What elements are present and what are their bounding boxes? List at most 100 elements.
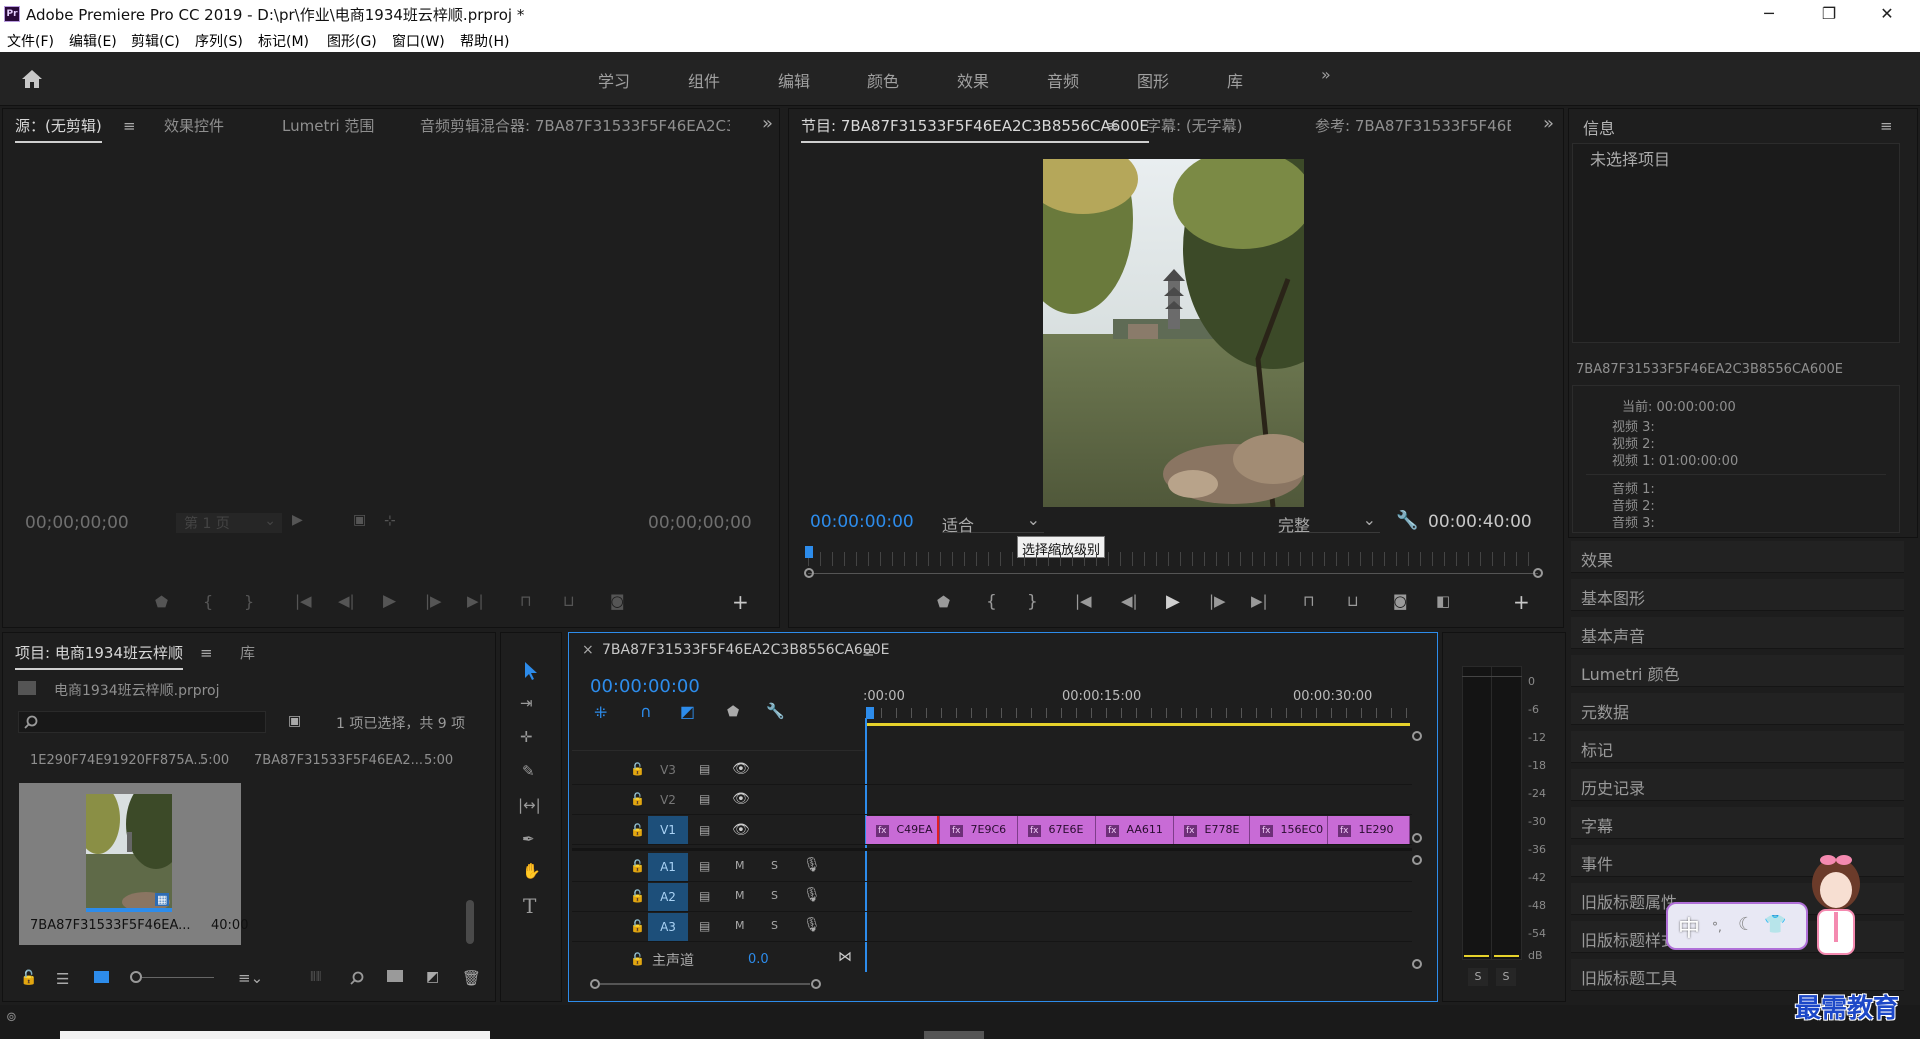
mute-button[interactable]: M bbox=[735, 859, 745, 872]
tab-project[interactable]: 项目: 电商1934班云梓顺 bbox=[15, 642, 183, 670]
mute-button[interactable]: M bbox=[735, 919, 745, 932]
zoom-level-select[interactable]: 适合 ⌄ bbox=[942, 510, 1044, 535]
workspace-audio[interactable]: 音频 bbox=[1047, 68, 1079, 92]
vertical-zoom-handle[interactable] bbox=[1412, 855, 1422, 865]
project-item-name[interactable]: 7BA87F31533F5F46EA2... bbox=[254, 753, 423, 768]
menu-graphics[interactable]: 图形(G) bbox=[327, 31, 377, 51]
workspace-learn[interactable]: 学习 bbox=[598, 68, 630, 92]
tab-captions[interactable]: 字幕: (无字幕) bbox=[1146, 115, 1243, 136]
horizontal-zoom-handle[interactable] bbox=[811, 979, 821, 989]
solo-button[interactable]: S bbox=[771, 859, 778, 872]
eye-icon[interactable]: 👁 bbox=[732, 761, 750, 777]
wrench-icon[interactable]: 🔧 bbox=[1396, 510, 1418, 531]
go-to-end-icon[interactable]: ⋈ bbox=[838, 949, 852, 965]
menu-edit[interactable]: 编辑(E) bbox=[69, 31, 117, 51]
microphone-icon[interactable]: 🎙 bbox=[803, 857, 821, 873]
zoom-handle-right[interactable] bbox=[1533, 568, 1543, 578]
play-icon[interactable]: ▶ bbox=[1166, 591, 1180, 612]
program-more-icon[interactable]: » bbox=[1543, 113, 1554, 134]
microphone-icon[interactable]: 🎙 bbox=[803, 887, 821, 903]
work-area-bar[interactable] bbox=[866, 723, 1410, 726]
ime-mode-label[interactable]: 中 bbox=[1678, 911, 1700, 943]
tab-source[interactable]: 源：(无剪辑) bbox=[15, 115, 102, 143]
vertical-zoom-handle[interactable] bbox=[1412, 731, 1422, 741]
clip[interactable]: fx 67E6E bbox=[1018, 816, 1096, 844]
workspace-effects[interactable]: 效果 bbox=[957, 68, 989, 92]
program-menu-icon[interactable]: ≡ bbox=[1106, 117, 1119, 135]
lock-icon[interactable]: 🔓 bbox=[20, 970, 37, 986]
panel-legacy-title-tools[interactable]: 旧版标题工具 bbox=[1571, 959, 1904, 991]
panel-captions[interactable]: 字幕 bbox=[1571, 807, 1904, 839]
source-timecode-left[interactable]: 00;00;00;00 bbox=[25, 513, 129, 533]
source-menu-icon[interactable]: ≡ bbox=[123, 117, 136, 135]
microphone-icon[interactable]: 🎙 bbox=[803, 917, 821, 933]
project-item-name[interactable]: 7BA87F31533F5F46EA... bbox=[30, 918, 191, 933]
snap-icon[interactable]: ∩ bbox=[640, 702, 652, 721]
panel-effects[interactable]: 效果 bbox=[1571, 541, 1904, 573]
lock-icon[interactable]: 🔓 bbox=[630, 859, 645, 873]
lock-icon[interactable]: 🔓 bbox=[630, 762, 645, 776]
track-target-a1[interactable]: A1 bbox=[648, 853, 688, 881]
program-timecode[interactable]: 00:00:00:00 bbox=[810, 512, 914, 532]
clip[interactable]: fx 7E9C6 bbox=[940, 816, 1018, 844]
comparison-view-icon[interactable]: ◧ bbox=[1436, 592, 1450, 610]
mute-button[interactable]: M bbox=[735, 889, 745, 902]
tab-effect-controls[interactable]: 效果控件 bbox=[164, 115, 224, 136]
add-marker-icon[interactable]: ⬟ bbox=[937, 593, 950, 611]
icon-view-icon[interactable] bbox=[94, 971, 109, 983]
sync-lock-icon[interactable]: ▤ bbox=[699, 762, 710, 776]
close-button[interactable]: ✕ bbox=[1864, 2, 1910, 26]
slip-tool-icon[interactable]: |↔| bbox=[518, 796, 541, 814]
minimize-button[interactable]: ─ bbox=[1746, 2, 1792, 26]
tab-program[interactable]: 节目: 7BA87F31533F5F46EA2C3B8556CA600E bbox=[801, 115, 1149, 143]
home-icon[interactable] bbox=[20, 68, 44, 90]
zoom-handle-left[interactable] bbox=[804, 568, 814, 578]
linked-selection-icon[interactable]: ◩ bbox=[680, 702, 695, 721]
clip[interactable]: fx E778E bbox=[1174, 816, 1250, 844]
panel-metadata[interactable]: 元数据 bbox=[1571, 693, 1904, 725]
timeline-ruler-ticks[interactable] bbox=[866, 708, 1410, 718]
info-menu-icon[interactable]: ≡ bbox=[1880, 117, 1893, 135]
track-select-tool-icon[interactable]: ⇥ bbox=[520, 694, 533, 712]
source-page-select[interactable]: 第 1 页 ⌄ bbox=[176, 513, 282, 533]
clip[interactable]: fx C49EA bbox=[866, 816, 940, 844]
find-icon[interactable] bbox=[350, 971, 364, 985]
sync-lock-icon[interactable]: ▤ bbox=[699, 889, 710, 903]
track-target-v3[interactable]: V3 bbox=[648, 756, 688, 784]
mark-in-icon[interactable]: { bbox=[986, 592, 997, 612]
hand-tool-icon[interactable]: ✋ bbox=[522, 862, 541, 880]
tab-audio-clip-mixer[interactable]: 音频剪辑混合器: 7BA87F31533F5F46EA2C3B8 bbox=[420, 115, 730, 136]
pen-tool-icon[interactable]: ✒ bbox=[522, 830, 535, 848]
sync-settings-icon[interactable]: ⊚ bbox=[6, 1010, 17, 1025]
add-button-icon[interactable]: + bbox=[732, 590, 749, 614]
panel-essential-graphics[interactable]: 基本图形 bbox=[1571, 579, 1904, 611]
sync-lock-icon[interactable]: ▤ bbox=[699, 859, 710, 873]
eye-icon[interactable]: 👁 bbox=[732, 822, 750, 838]
vertical-zoom-handle[interactable] bbox=[1412, 833, 1422, 843]
ime-moon-icon[interactable]: ☾ bbox=[1738, 914, 1754, 935]
solo-button[interactable]: S bbox=[771, 919, 778, 932]
selection-tool-icon[interactable] bbox=[523, 661, 539, 681]
tab-reference[interactable]: 参考: 7BA87F31533F5F46EA2( bbox=[1315, 115, 1511, 136]
extract-icon[interactable]: ⊔ bbox=[1347, 592, 1359, 610]
add-marker-icon[interactable]: ⬟ bbox=[727, 704, 739, 720]
project-scrollbar[interactable] bbox=[466, 900, 474, 944]
lift-icon[interactable]: ⊓ bbox=[1303, 592, 1315, 610]
lock-icon[interactable]: 🔓 bbox=[630, 792, 645, 806]
panel-lumetri-color[interactable]: Lumetri 颜色 bbox=[1571, 655, 1904, 687]
tab-lumetri-scopes[interactable]: Lumetri 范围 bbox=[282, 115, 374, 136]
add-button-icon[interactable]: + bbox=[1513, 590, 1530, 614]
menu-sequence[interactable]: 序列(S) bbox=[195, 31, 243, 51]
playback-resolution-select[interactable]: 完整 ⌄ bbox=[1278, 510, 1380, 535]
timeline-playhead-handle[interactable] bbox=[866, 707, 874, 719]
lock-icon[interactable]: 🔓 bbox=[630, 919, 645, 933]
solo-button[interactable]: S bbox=[771, 889, 778, 902]
restore-button[interactable]: ❐ bbox=[1806, 2, 1852, 26]
step-back-icon[interactable]: ◀| bbox=[1121, 592, 1138, 610]
close-icon[interactable]: × bbox=[582, 642, 594, 658]
timeline-menu-icon[interactable]: ≡ bbox=[862, 643, 875, 661]
export-frame-icon[interactable]: ◙ bbox=[1393, 592, 1408, 610]
workspace-color[interactable]: 颜色 bbox=[867, 68, 899, 92]
vertical-zoom-handle[interactable] bbox=[1412, 959, 1422, 969]
solo-left-button[interactable]: S bbox=[1468, 968, 1488, 986]
